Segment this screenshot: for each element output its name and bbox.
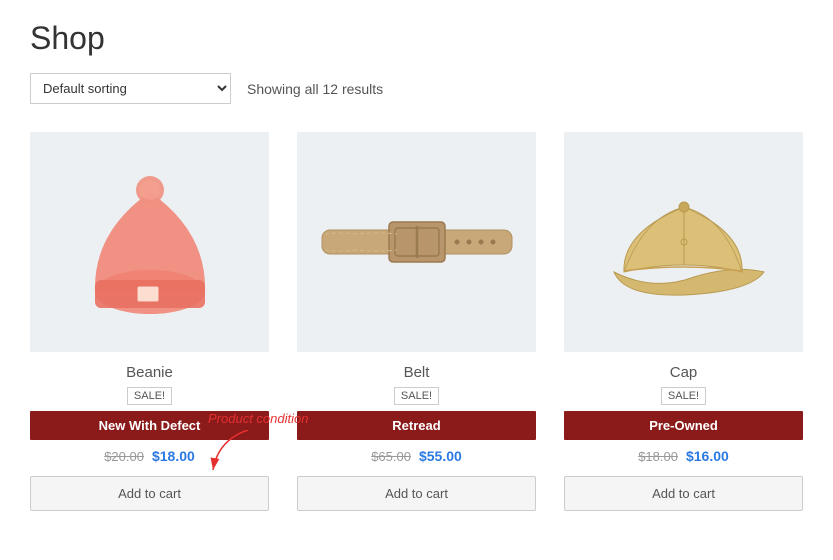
product-name-cap: Cap: [670, 364, 698, 381]
product-name-belt: Belt: [404, 364, 430, 381]
sale-badge-beanie: SALE!: [127, 387, 172, 405]
sale-badge-belt: SALE!: [394, 387, 439, 405]
prices-cap: $18.00 $16.00: [638, 448, 729, 464]
beanie-image: [85, 162, 215, 322]
page-title: Shop: [30, 20, 803, 57]
cap-image: [594, 177, 774, 307]
product-card-belt: Belt SALE! Retread $65.00 $55.00 Add to …: [297, 132, 536, 511]
add-to-cart-belt[interactable]: Add to cart: [297, 476, 536, 511]
toolbar: Default sorting Sort by popularity Sort …: [30, 73, 803, 104]
sale-badge-cap: SALE!: [661, 387, 706, 405]
product-name-beanie: Beanie: [126, 364, 173, 381]
prices-beanie: $20.00 $18.00: [104, 448, 195, 464]
product-card-beanie: Beanie SALE! New With Defect $20.00 $18.…: [30, 132, 269, 511]
price-sale-cap: $16.00: [686, 448, 729, 464]
condition-badge-beanie: New With Defect: [30, 411, 269, 440]
condition-badge-belt: Retread: [297, 411, 536, 440]
price-original-belt: $65.00: [371, 449, 411, 464]
results-count: Showing all 12 results: [247, 81, 383, 97]
price-original-beanie: $20.00: [104, 449, 144, 464]
price-sale-beanie: $18.00: [152, 448, 195, 464]
condition-badge-cap: Pre-Owned: [564, 411, 803, 440]
add-to-cart-cap[interactable]: Add to cart: [564, 476, 803, 511]
price-sale-belt: $55.00: [419, 448, 462, 464]
product-image-belt: [297, 132, 536, 352]
prices-belt: $65.00 $55.00: [371, 448, 462, 464]
belt-image: [317, 202, 517, 282]
products-grid: Beanie SALE! New With Defect $20.00 $18.…: [30, 132, 803, 511]
product-image-cap: [564, 132, 803, 352]
product-card-cap: Cap SALE! Pre-Owned $18.00 $16.00 Add to…: [564, 132, 803, 511]
product-image-beanie: [30, 132, 269, 352]
add-to-cart-beanie[interactable]: Add to cart: [30, 476, 269, 511]
price-original-cap: $18.00: [638, 449, 678, 464]
sort-select[interactable]: Default sorting Sort by popularity Sort …: [30, 73, 231, 104]
